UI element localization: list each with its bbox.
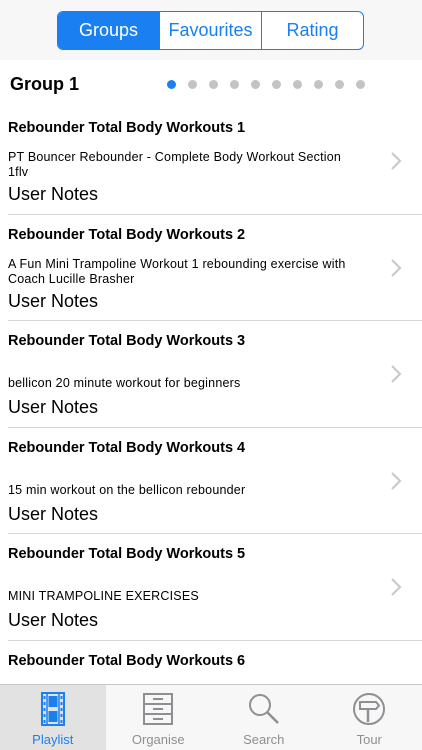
page-dot[interactable]	[251, 80, 260, 89]
filing-cabinet-icon	[143, 693, 174, 725]
tab-label: Playlist	[32, 732, 74, 747]
row-user-notes[interactable]: User Notes	[8, 291, 98, 312]
page-dot[interactable]	[167, 80, 176, 89]
segment-rating[interactable]: Rating	[261, 12, 363, 49]
signpost-icon	[353, 693, 386, 725]
playlist-row[interactable]: Rebounder Total Body Workouts 5 MINI TRA…	[8, 534, 422, 641]
page-dot[interactable]	[230, 80, 239, 89]
playlist-row[interactable]: Rebounder Total Body Workouts 4 15 min w…	[8, 428, 422, 534]
page-dot[interactable]	[272, 80, 281, 89]
row-title: Rebounder Total Body Workouts 5	[8, 546, 246, 562]
tab-bar: Playlist Organise Search Tour	[0, 684, 422, 750]
chevron-right-icon	[391, 152, 402, 170]
row-title: Rebounder Total Body Workouts 2	[8, 226, 246, 243]
tab-label: Tour	[356, 732, 382, 747]
row-user-notes[interactable]: User Notes	[8, 504, 98, 525]
playlist-row[interactable]: Rebounder Total Body Workouts 2 A Fun Mi…	[8, 215, 422, 321]
row-description: bellicon 20 minute workout for beginners	[8, 376, 241, 390]
magnifier-icon	[248, 694, 279, 724]
tab-tour[interactable]: Tour	[317, 685, 422, 750]
tab-organise[interactable]: Organise	[106, 685, 212, 750]
tab-playlist[interactable]: Playlist	[0, 685, 106, 750]
page-indicator[interactable]	[167, 80, 365, 89]
page-dot[interactable]	[209, 80, 218, 89]
tab-label: Organise	[131, 732, 185, 747]
page-dot[interactable]	[314, 80, 323, 89]
playlist-row[interactable]: Rebounder Total Body Workouts 6	[8, 641, 422, 685]
row-description: A Fun Mini Trampoline Workout 1 reboundi…	[8, 256, 346, 286]
row-description: PT Bouncer Rebounder - Complete Body Wor…	[8, 150, 342, 179]
playlist-row[interactable]: Rebounder Total Body Workouts 1 PT Bounc…	[8, 108, 422, 215]
top-bar: Groups Favourites Rating	[0, 0, 422, 60]
chevron-right-icon	[391, 365, 402, 383]
group-title: Group 1	[10, 74, 80, 94]
segment-favourites[interactable]: Favourites	[159, 12, 261, 49]
chevron-right-icon	[391, 258, 402, 277]
row-title: Rebounder Total Body Workouts 1	[8, 120, 246, 136]
row-title: Rebounder Total Body Workouts 3	[8, 333, 246, 349]
row-description: MINI TRAMPOLINE EXERCISES	[8, 589, 199, 603]
row-user-notes[interactable]: User Notes	[8, 184, 98, 205]
row-title: Rebounder Total Body Workouts 6	[8, 652, 246, 669]
row-user-notes[interactable]: User Notes	[8, 397, 98, 418]
view-segmented-control: Groups Favourites Rating	[57, 11, 364, 50]
tab-label: Search	[243, 732, 285, 747]
row-description: 15 min workout on the bellicon rebounder	[8, 482, 246, 497]
row-title: Rebounder Total Body Workouts 4	[8, 439, 246, 456]
page-dot[interactable]	[356, 80, 365, 89]
page-dot[interactable]	[293, 80, 302, 89]
chevron-right-icon	[391, 471, 402, 490]
row-user-notes[interactable]: User Notes	[8, 610, 98, 631]
film-strip-icon	[40, 692, 65, 726]
tab-search[interactable]: Search	[211, 685, 317, 750]
chevron-right-icon	[391, 578, 402, 596]
segment-groups[interactable]: Groups	[58, 12, 159, 49]
playlist-row[interactable]: Rebounder Total Body Workouts 3 bellicon…	[8, 321, 422, 428]
page-dot[interactable]	[188, 80, 197, 89]
playlist-list[interactable]: Rebounder Total Body Workouts 1 PT Bounc…	[0, 108, 422, 684]
page-dot[interactable]	[335, 80, 344, 89]
